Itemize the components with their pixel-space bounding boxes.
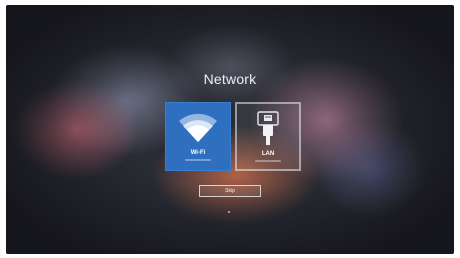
page-indicator-dot (228, 211, 230, 213)
page-title: Network (203, 71, 257, 87)
wifi-option-status-line (185, 159, 211, 161)
wifi-option-tile[interactable]: Wi-Fi (165, 102, 231, 171)
lan-option-tile[interactable]: LAN (235, 102, 301, 171)
wifi-icon (178, 111, 218, 150)
skip-button[interactable]: Skip (199, 185, 261, 197)
wifi-option-label: Wi-Fi (190, 150, 206, 156)
lan-option-label: LAN (261, 151, 275, 157)
lan-cable-icon (251, 110, 285, 151)
network-setup-screen: Network Wi-Fi LAN Skip (6, 5, 454, 254)
lan-option-status-line (255, 160, 281, 162)
